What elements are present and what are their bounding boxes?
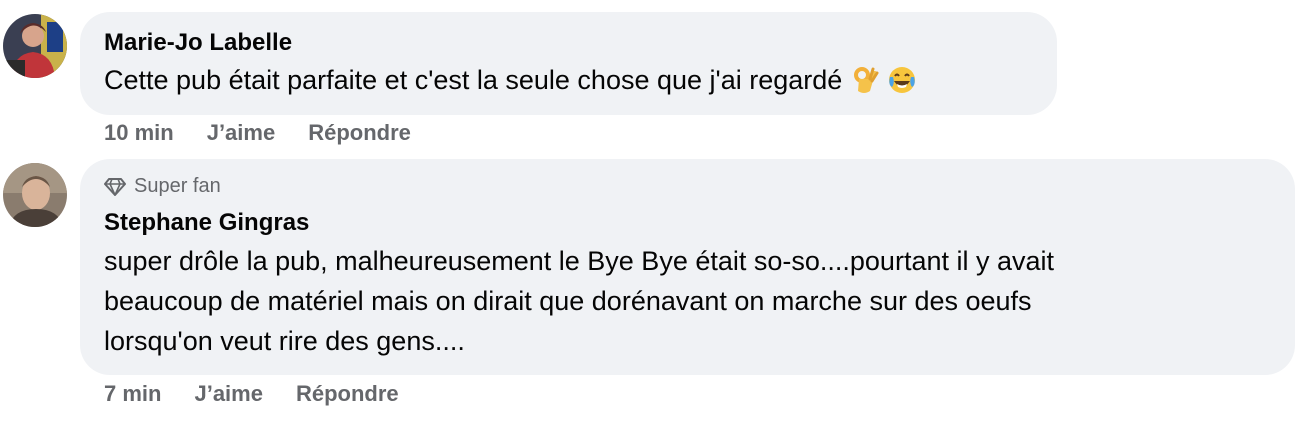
avatar[interactable] (3, 163, 67, 227)
comment-bubble: Super fan Stephane Gingras super drôle l… (80, 159, 1295, 375)
diamond-icon (104, 177, 126, 196)
like-button[interactable]: J’aime (194, 381, 263, 407)
tears-of-joy-emoji (887, 65, 917, 95)
like-button[interactable]: J’aime (207, 120, 276, 146)
comment-time[interactable]: 7 min (104, 381, 161, 407)
comment-actions: 7 min J’aime Répondre (104, 381, 399, 407)
comment-text-line: super drôle la pub, malheureusement le B… (104, 246, 1055, 276)
avatar[interactable] (3, 14, 67, 78)
super-fan-badge: Super fan (104, 175, 221, 198)
comment-text-line: Cette pub était parfaite et c'est la seu… (104, 65, 843, 95)
comment-time[interactable]: 10 min (104, 120, 174, 146)
comment-actions: 10 min J’aime Répondre (104, 120, 411, 146)
comment-text-line: beaucoup de matériel mais on dirait que … (104, 286, 1032, 316)
comment-author[interactable]: Stephane Gingras (104, 209, 309, 237)
comment-author[interactable]: Marie-Jo Labelle (104, 29, 292, 57)
badge-label: Super fan (134, 175, 221, 197)
reply-button[interactable]: Répondre (296, 381, 399, 407)
comment-bubble: Marie-Jo Labelle Cette pub était parfait… (80, 12, 1057, 115)
reply-button[interactable]: Répondre (308, 120, 411, 146)
ok-hand-emoji (850, 65, 880, 95)
comment-text: super drôle la pub, malheureusement le B… (104, 241, 1054, 361)
comment-text-line: lorsqu'on veut rire des gens.... (104, 326, 465, 356)
comment-text: Cette pub était parfaite et c'est la seu… (104, 60, 917, 100)
